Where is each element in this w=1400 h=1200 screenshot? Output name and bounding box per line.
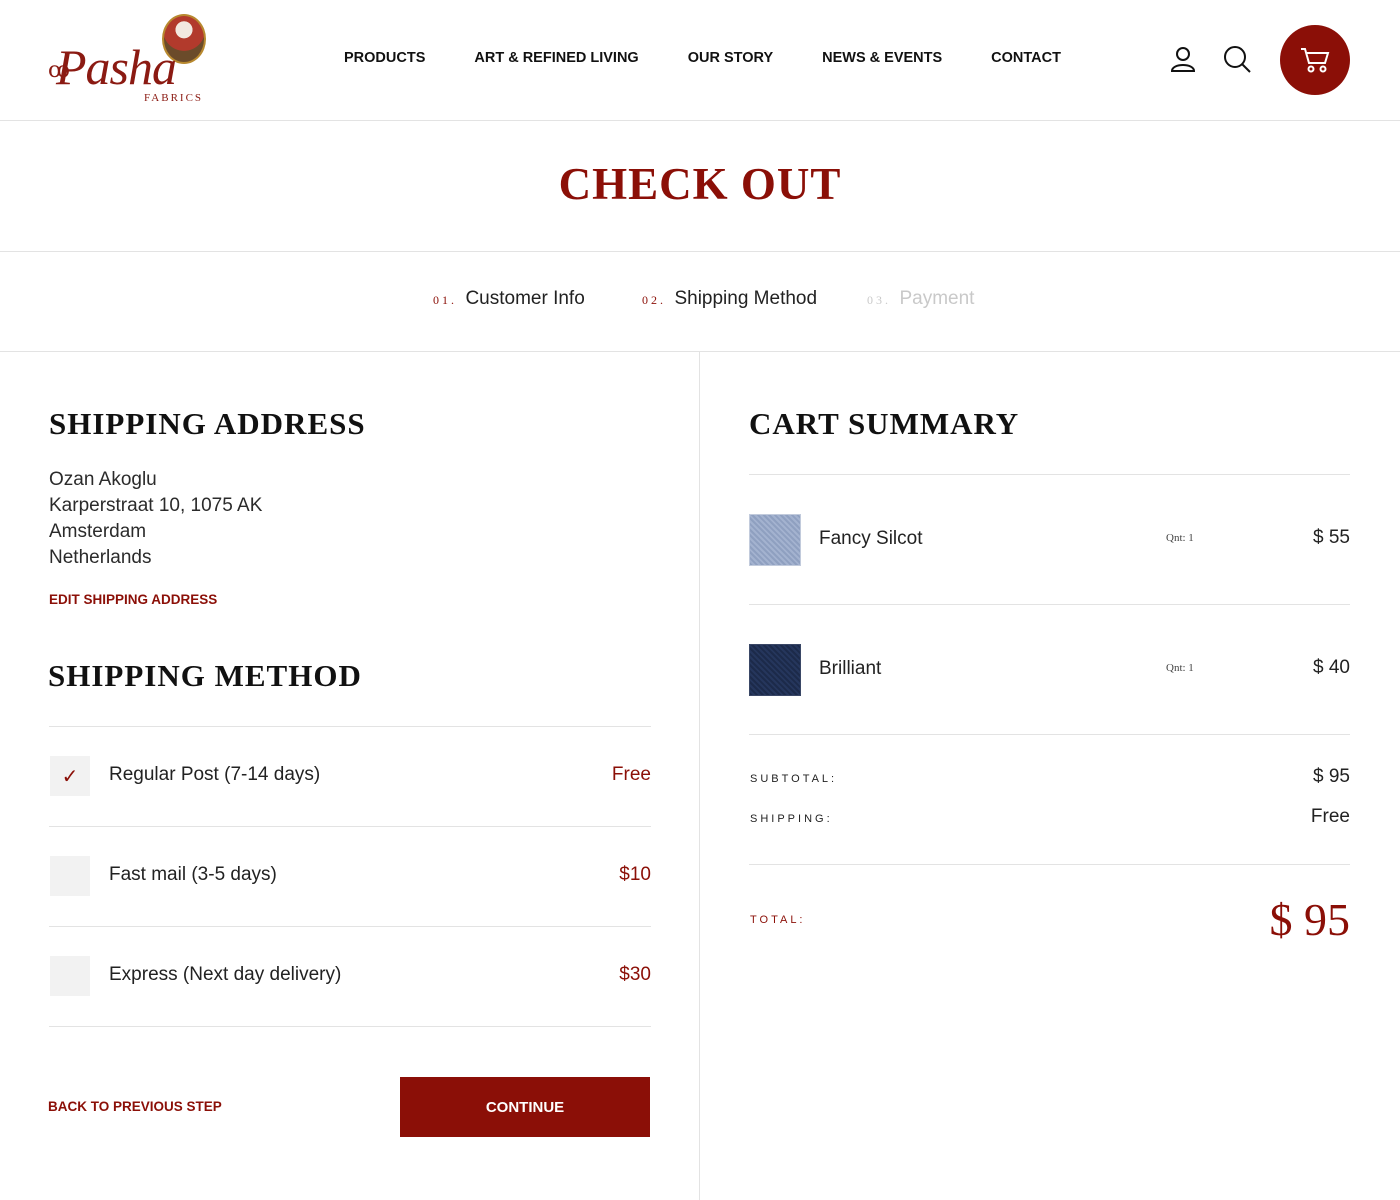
logo-wordmark: Pasha <box>56 39 177 95</box>
column-divider <box>699 352 700 1200</box>
shipping-option-price: $30 <box>619 964 651 985</box>
shipping-address: Ozan Akoglu Karperstraat 10, 1075 AK Ams… <box>49 467 262 571</box>
address-city: Amsterdam <box>49 521 147 542</box>
step-label: Payment <box>899 288 975 309</box>
nav-contact[interactable]: CONTACT <box>991 50 1061 66</box>
step-label: Customer Info <box>465 288 585 309</box>
step-number: 03. <box>867 293 891 307</box>
logo-subtitle: FABRICS <box>144 92 204 104</box>
step-shipping-method[interactable]: 02. Shipping Method <box>642 288 817 310</box>
site-header: ꝏ Pasha FABRICS PRODUCTS ART & REFINED L… <box>0 0 1400 121</box>
cart-item-price: $ 55 <box>1313 527 1350 548</box>
nav-products[interactable]: PRODUCTS <box>344 50 425 66</box>
checkbox[interactable] <box>50 856 90 896</box>
divider <box>49 1026 651 1027</box>
cart-item-qty: Qnt: 1 <box>1166 662 1194 674</box>
cart-item-name[interactable]: Brilliant <box>819 658 881 680</box>
divider <box>749 734 1350 735</box>
cart-item-price: $ 40 <box>1313 657 1350 678</box>
cart-icon <box>1301 48 1330 73</box>
cart-summary-heading: CART SUMMARY <box>749 406 1020 441</box>
fabric-swatch[interactable] <box>749 514 801 566</box>
nav-news-events[interactable]: NEWS & EVENTS <box>822 50 942 66</box>
edit-shipping-address-link[interactable]: EDIT SHIPPING ADDRESS <box>49 592 217 607</box>
step-number: 01. <box>433 293 457 307</box>
step-payment[interactable]: 03. Payment <box>867 288 974 310</box>
page-title: CHECK OUT <box>558 159 842 209</box>
address-name: Ozan Akoglu <box>49 469 157 490</box>
step-customer-info[interactable]: 01. Customer Info <box>433 288 585 310</box>
fabric-swatch[interactable] <box>749 644 801 696</box>
cart-item: Fancy Silcot Qnt: 1 $ 55 <box>749 475 1350 605</box>
step-label: Shipping Method <box>674 288 818 309</box>
back-to-previous-step-link[interactable]: BACK TO PREVIOUS STEP <box>48 1099 222 1114</box>
brand-logo[interactable]: ꝏ Pasha FABRICS <box>48 12 208 108</box>
shipping-label: SHIPPING: <box>750 813 833 825</box>
address-street: Karperstraat 10, 1075 AK <box>49 495 263 516</box>
cart-item-name[interactable]: Fancy Silcot <box>819 528 922 550</box>
shipping-value: Free <box>1310 806 1350 827</box>
shipping-option-name: Fast mail (3-5 days) <box>109 864 277 885</box>
search-icon[interactable] <box>1223 45 1251 73</box>
shipping-option-fast-mail[interactable]: Fast mail (3-5 days) $10 <box>49 827 651 927</box>
shipping-address-heading: SHIPPING ADDRESS <box>49 406 366 441</box>
step-number: 02. <box>642 293 666 307</box>
cart-item-qty: Qnt: 1 <box>1166 532 1194 544</box>
shipping-option-regular[interactable]: ✓ Regular Post (7-14 days) Free <box>49 727 651 827</box>
nav-art-refined-living[interactable]: ART & REFINED LIVING <box>474 50 638 66</box>
continue-button[interactable]: CONTINUE <box>400 1077 650 1137</box>
shipping-method-heading: SHIPPING METHOD <box>48 658 362 693</box>
shipping-option-price: Free <box>611 764 651 785</box>
divider <box>749 864 1350 865</box>
shipping-option-name: Express (Next day delivery) <box>109 964 342 985</box>
shipping-option-name: Regular Post (7-14 days) <box>109 764 321 785</box>
subtotal-value: $ 95 <box>1313 766 1350 787</box>
checkout-steps: 01. Customer Info 02. Shipping Method 03… <box>0 252 1400 352</box>
shipping-option-express[interactable]: Express (Next day delivery) $30 <box>49 927 651 1027</box>
cart-item: Brilliant Qnt: 1 $ 40 <box>749 605 1350 735</box>
total-value: $ 95 <box>1269 894 1351 945</box>
cart-button[interactable] <box>1280 25 1350 95</box>
total-label: TOTAL: <box>750 914 806 926</box>
subtotal-label: SUBTOTAL: <box>750 773 838 785</box>
address-country: Netherlands <box>49 547 152 568</box>
nav-our-story[interactable]: OUR STORY <box>688 50 773 66</box>
user-icon[interactable] <box>1169 45 1197 73</box>
main-nav: PRODUCTS ART & REFINED LIVING OUR STORY … <box>344 50 1110 66</box>
checkbox-checked[interactable]: ✓ <box>50 756 90 796</box>
shipping-option-price: $10 <box>619 864 651 885</box>
checkbox[interactable] <box>50 956 90 996</box>
